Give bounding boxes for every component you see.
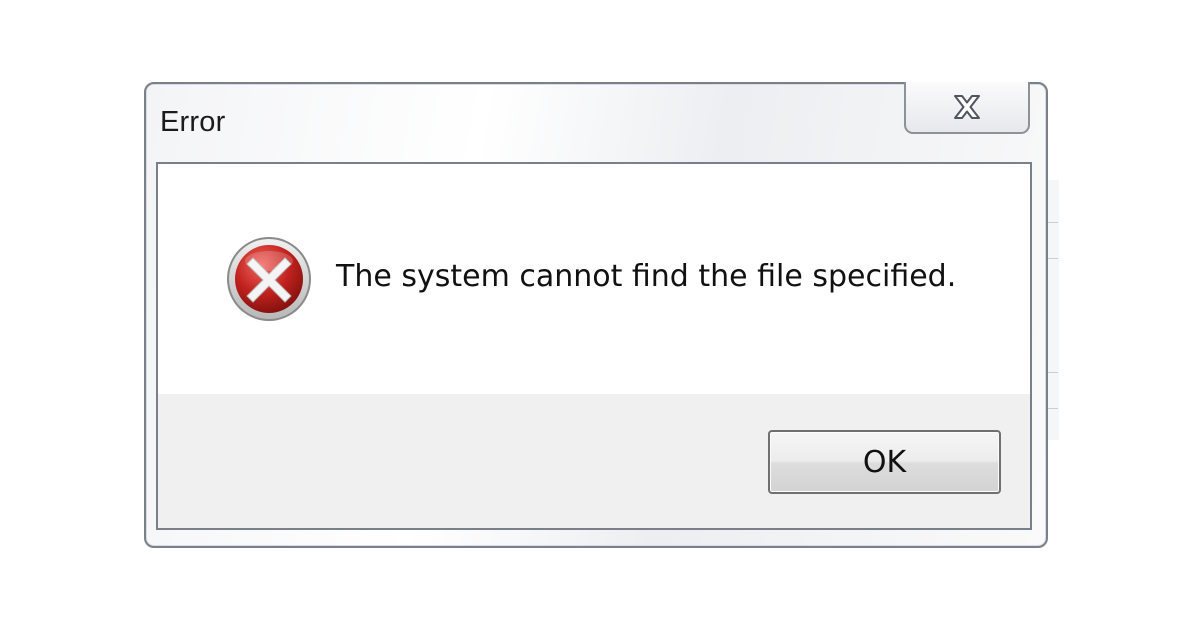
error-message: The system cannot find the file specifie… <box>336 259 957 294</box>
close-icon <box>954 95 980 119</box>
ok-button[interactable]: OK <box>768 430 1001 494</box>
dialog-title: Error <box>160 106 226 138</box>
error-icon <box>227 237 311 321</box>
error-dialog: Error The system cannot find the file sp… <box>144 82 1048 548</box>
dialog-client-area: The system cannot find the file specifie… <box>156 162 1032 530</box>
message-area: The system cannot find the file specifie… <box>158 164 1030 394</box>
close-button[interactable] <box>904 82 1030 134</box>
screen: Error The system cannot find the file sp… <box>0 0 1200 627</box>
